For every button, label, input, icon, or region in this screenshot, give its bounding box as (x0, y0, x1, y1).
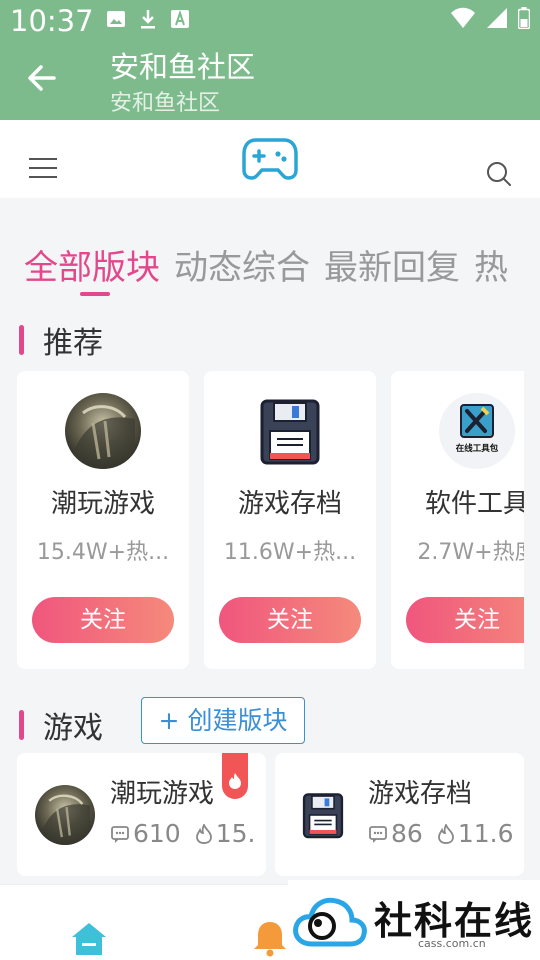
create-board-button[interactable]: + 创建版块 (141, 697, 305, 744)
game-card[interactable]: 游戏存档 86 11.6 (275, 753, 524, 876)
tool-package-icon: 在线工具包 (439, 393, 515, 469)
tab-hot[interactable]: 热 (474, 240, 508, 289)
comment-icon (369, 825, 387, 843)
tab-all-boards[interactable]: 全部版块 (24, 240, 160, 289)
menu-icon[interactable] (29, 158, 57, 180)
floppy-disk-icon (252, 393, 328, 469)
section-marker (19, 710, 24, 740)
follow-button[interactable]: 关注 (219, 597, 361, 643)
page-title: 安和鱼社区 (110, 50, 256, 84)
download-icon (138, 8, 158, 34)
category-tabs: 全部版块 动态综合 最新回复热 (24, 240, 519, 300)
tab-latest-reply[interactable]: 最新回复 (324, 240, 460, 289)
wifi-icon (450, 7, 476, 33)
game-stats: 610 15. (110, 819, 255, 848)
page-subtitle: 安和鱼社区 (110, 91, 221, 116)
comment-icon (111, 825, 129, 843)
search-icon[interactable] (486, 161, 512, 187)
follow-button[interactable]: 关注 (406, 597, 524, 643)
recommend-card[interactable]: 在线工具包 软件工具 2.7W+热度 关注 (391, 371, 524, 669)
bell-icon[interactable] (252, 919, 288, 957)
app-bar: 10:37 安和鱼社区 安和鱼社区 (0, 0, 540, 120)
flame-icon (437, 823, 454, 844)
section-title: 游戏 (43, 711, 103, 746)
active-tab-indicator (80, 292, 110, 296)
cloud-logo-icon (293, 897, 367, 947)
recommend-list: 潮玩游戏 15.4W+热... 关注 游戏存档 11.6W+热... 关注 在线… (17, 371, 524, 669)
follow-button[interactable]: 关注 (32, 597, 174, 643)
landscape-avatar-icon (35, 785, 95, 845)
recommend-name: 游戏存档 (237, 489, 342, 519)
recommend-heat: 2.7W+热度 (417, 540, 524, 565)
recommend-heat: 15.4W+热... (36, 540, 170, 565)
watermark-url: cass.com.cn (418, 937, 486, 950)
tab-dynamic[interactable]: 动态综合 (174, 240, 310, 289)
game-stats: 86 11.6 (368, 819, 513, 848)
game-post-count: 610 (133, 819, 181, 848)
signal-icon (486, 7, 508, 33)
section-marker (19, 325, 24, 355)
status-bar: 10:37 (0, 0, 540, 44)
recommend-card[interactable]: 潮玩游戏 15.4W+热... 关注 (17, 371, 189, 669)
hot-badge-icon (222, 753, 248, 799)
gamepad-icon (242, 136, 298, 180)
game-name: 潮玩游戏 (110, 779, 215, 809)
flame-icon (195, 823, 212, 844)
game-post-count: 86 (391, 819, 423, 848)
recommend-heat: 11.6W+热... (223, 540, 357, 565)
floppy-disk-icon (293, 785, 353, 845)
game-heat: 11.6 (457, 819, 514, 848)
status-time: 10:37 (10, 4, 94, 38)
toolbar (0, 120, 540, 198)
battery-icon (517, 7, 531, 33)
game-card[interactable]: 潮玩游戏 610 15. (17, 753, 266, 876)
recommend-name: 潮玩游戏 (50, 489, 155, 519)
game-heat: 15. (215, 819, 256, 848)
recommend-name: 软件工具 (424, 489, 524, 519)
image-icon (106, 9, 126, 33)
game-name: 游戏存档 (368, 779, 473, 809)
section-title: 推荐 (43, 326, 103, 361)
section-recommend: 推荐 (0, 318, 103, 362)
landscape-avatar-icon (65, 393, 141, 469)
home-icon[interactable] (70, 921, 108, 957)
font-icon (170, 9, 190, 33)
back-arrow-icon[interactable] (22, 56, 62, 100)
watermark: 社科在线 cass.com.cn (288, 880, 540, 960)
recommend-card[interactable]: 游戏存档 11.6W+热... 关注 (204, 371, 376, 669)
section-games: 游戏 (0, 703, 103, 747)
svg-text:在线工具包: 在线工具包 (456, 443, 499, 454)
